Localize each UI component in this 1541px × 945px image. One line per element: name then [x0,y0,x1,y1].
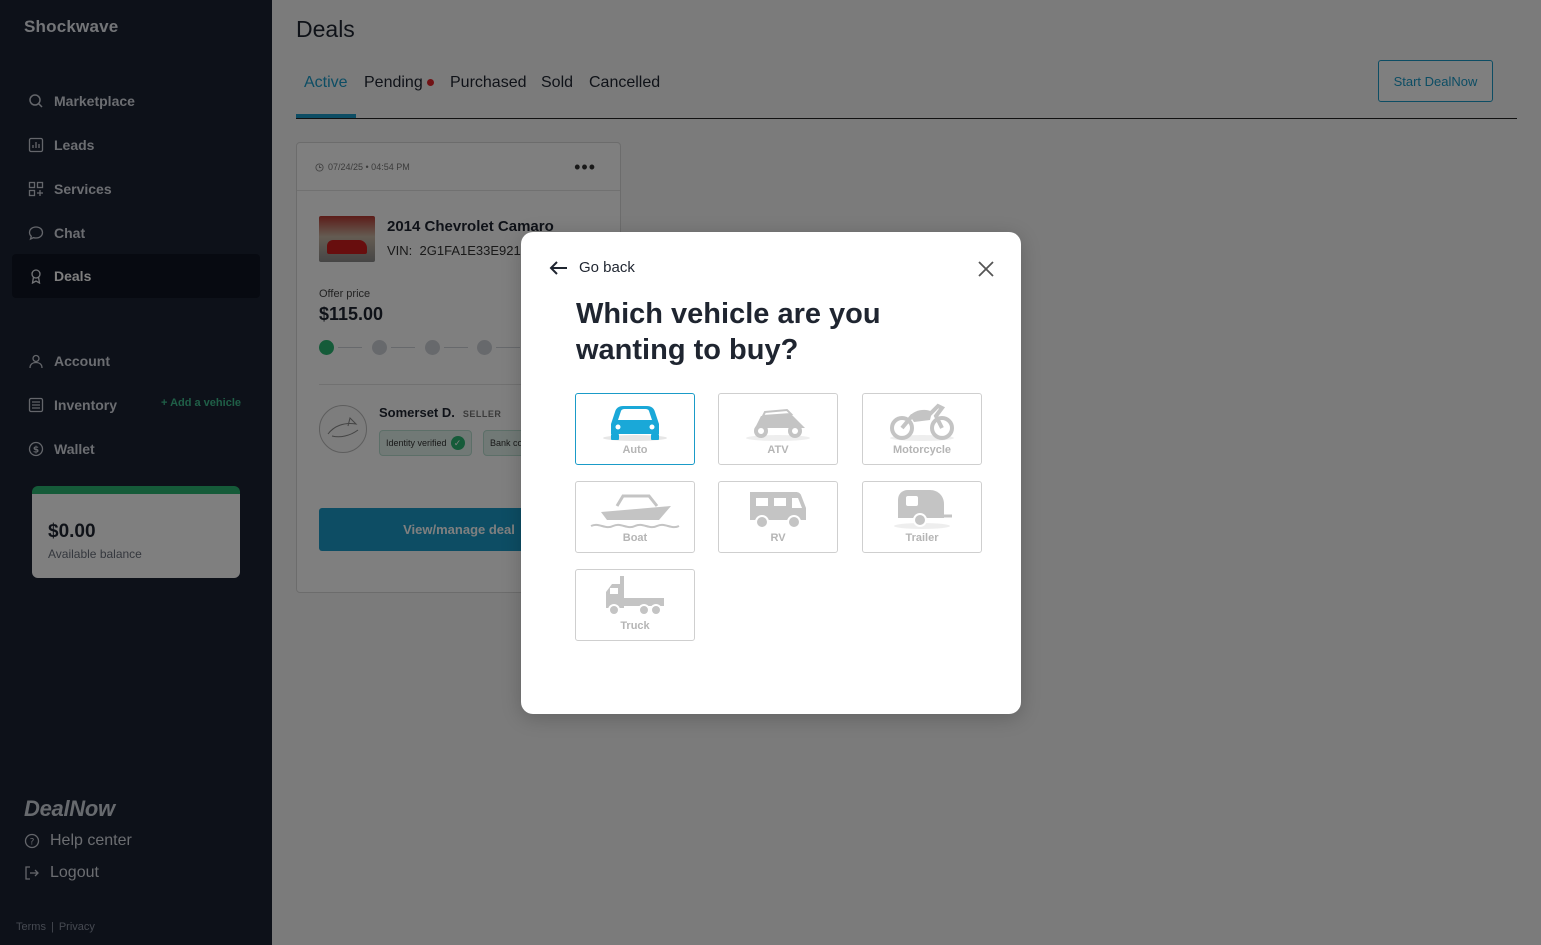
vehicle-option-label: Truck [620,620,650,632]
vehicle-option-atv[interactable]: ATV [718,393,838,465]
arrow-left-icon [549,260,567,275]
go-back-button[interactable]: Go back [549,259,635,276]
car-icon [603,406,667,441]
boat-icon [590,494,680,529]
vehicle-option-label: Trailer [905,532,939,544]
vehicle-option-label: RV [770,532,786,544]
motorcycle-icon [890,403,954,441]
vehicle-type-modal: Go back Which vehicle are you wanting to… [521,232,1021,714]
vehicle-option-truck[interactable]: Truck [575,569,695,641]
vehicle-option-motorcycle[interactable]: Motorcycle [862,393,982,465]
vehicle-option-auto[interactable]: Auto [575,393,695,465]
close-icon[interactable] [977,260,995,278]
trailer-icon [894,490,952,529]
vehicle-option-boat[interactable]: Boat [575,481,695,553]
rv-icon [750,492,806,529]
go-back-label: Go back [579,259,635,276]
vehicle-option-label: ATV [767,444,789,456]
truck-icon [606,576,664,616]
vehicle-option-label: Boat [622,532,648,544]
vehicle-option-label: Motorcycle [892,444,952,456]
modal-title: Which vehicle are you wanting to buy? [576,298,881,366]
vehicle-option-rv[interactable]: RV [718,481,838,553]
vehicle-option-label: Auto [622,444,648,456]
vehicle-option-trailer[interactable]: Trailer [862,481,982,553]
atv-icon [746,408,810,441]
